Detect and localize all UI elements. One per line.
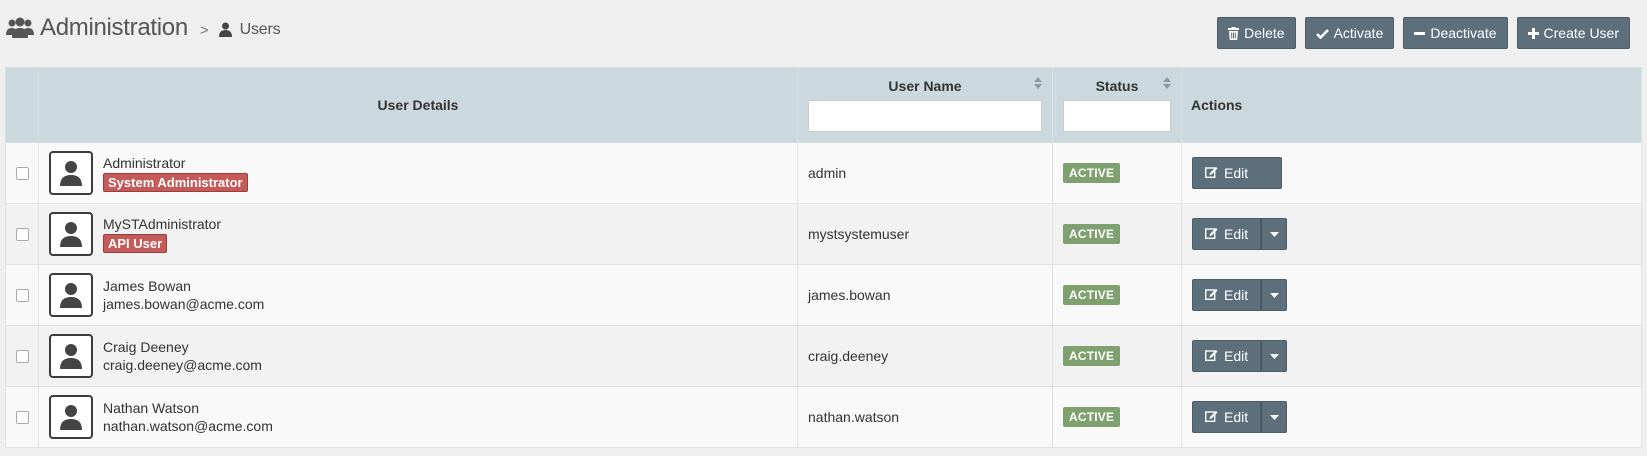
- activate-button[interactable]: Activate: [1304, 17, 1395, 49]
- delete-button[interactable]: Delete: [1217, 17, 1296, 49]
- table-row: Nathan Watson nathan.watson@acme.com nat…: [5, 386, 1642, 448]
- user-details: MySTAdministrator API User: [39, 212, 797, 256]
- user-details: Nathan Watson nathan.watson@acme.com: [39, 395, 797, 439]
- user-details: Craig Deeney craig.deeney@acme.com: [39, 334, 797, 378]
- user-full-name: Craig Deeney: [103, 338, 189, 355]
- edit-button[interactable]: Edit: [1192, 401, 1262, 433]
- status-column-label: Status: [1095, 78, 1139, 94]
- edit-icon: [1204, 226, 1218, 242]
- plus-icon: [1527, 27, 1539, 39]
- edit-button[interactable]: Edit: [1192, 157, 1282, 189]
- username-filter-input[interactable]: [808, 100, 1042, 132]
- username-column-header[interactable]: User Name: [797, 67, 1053, 143]
- username-cell: nathan.watson: [797, 386, 1053, 448]
- edit-icon: [1204, 409, 1218, 425]
- status-badge: ACTIVE: [1063, 285, 1121, 305]
- caret-down-icon: [1269, 231, 1279, 237]
- caret-down-icon: [1269, 414, 1279, 420]
- users-table: User Details User Name Status Actions Ad…: [5, 67, 1642, 448]
- row-checkbox[interactable]: [15, 349, 29, 363]
- create-user-button[interactable]: Create User: [1516, 17, 1630, 49]
- user-details: Administrator System Administrator: [39, 151, 797, 195]
- user-icon: [218, 22, 233, 38]
- user-details: James Bowan james.bowan@acme.com: [39, 273, 797, 317]
- caret-down-icon: [1269, 292, 1279, 298]
- toolbar: Delete Activate Deactivate Create User: [1217, 17, 1630, 49]
- edit-button-label: Edit: [1224, 226, 1249, 242]
- table-row: James Bowan james.bowan@acme.com james.b…: [5, 264, 1642, 326]
- breadcrumb-current: Users: [239, 20, 281, 38]
- deactivate-button[interactable]: Deactivate: [1403, 17, 1508, 49]
- user-avatar-icon: [49, 273, 93, 317]
- status-column-header[interactable]: Status: [1052, 67, 1182, 143]
- user-email: nathan.watson@acme.com: [103, 417, 273, 434]
- status-filter-input[interactable]: [1063, 100, 1171, 132]
- user-full-name: Administrator: [103, 154, 186, 171]
- edit-dropdown-toggle[interactable]: [1261, 340, 1288, 372]
- table-row: MySTAdministrator API User mystsystemuse…: [5, 203, 1642, 265]
- trash-icon: [1228, 26, 1240, 40]
- edit-button-label: Edit: [1224, 287, 1249, 303]
- breadcrumb-separator: >: [199, 21, 209, 39]
- deactivate-button-label: Deactivate: [1430, 25, 1497, 41]
- edit-button-label: Edit: [1224, 348, 1249, 364]
- edit-icon: [1204, 348, 1218, 364]
- edit-icon: [1204, 165, 1218, 181]
- user-email: craig.deeney@acme.com: [103, 356, 262, 373]
- edit-dropdown-toggle[interactable]: [1261, 401, 1288, 433]
- username-cell: admin: [797, 142, 1053, 204]
- username-cell: craig.deeney: [797, 325, 1053, 387]
- sort-icon[interactable]: [1034, 76, 1042, 90]
- user-email: james.bowan@acme.com: [103, 295, 265, 312]
- user-full-name: Nathan Watson: [103, 399, 199, 416]
- delete-button-label: Delete: [1244, 25, 1285, 41]
- row-checkbox[interactable]: [15, 166, 29, 180]
- edit-button[interactable]: Edit: [1192, 279, 1262, 311]
- actions-column-header: Actions: [1181, 67, 1642, 143]
- table-header-row: User Details User Name Status Actions: [5, 67, 1642, 143]
- page-title: Administration: [40, 14, 188, 41]
- edit-icon: [1204, 287, 1218, 303]
- status-badge: ACTIVE: [1063, 224, 1121, 244]
- edit-dropdown-toggle[interactable]: [1261, 279, 1288, 311]
- edit-button[interactable]: Edit: [1192, 218, 1262, 250]
- user-avatar-icon: [49, 151, 93, 195]
- user-full-name: James Bowan: [103, 277, 191, 294]
- row-checkbox[interactable]: [15, 410, 29, 424]
- edit-button-label: Edit: [1224, 165, 1249, 181]
- users-icon: [6, 16, 34, 40]
- page-header: Administration > Users: [6, 10, 281, 46]
- check-icon: [1315, 28, 1329, 39]
- role-badge: API User: [103, 233, 168, 253]
- create-user-button-label: Create User: [1543, 25, 1619, 41]
- edit-button-label: Edit: [1224, 409, 1249, 425]
- row-checkbox[interactable]: [15, 288, 29, 302]
- minus-icon: [1414, 28, 1426, 39]
- edit-dropdown-toggle[interactable]: [1261, 218, 1288, 250]
- edit-button[interactable]: Edit: [1192, 340, 1262, 372]
- username-column-label: User Name: [888, 78, 962, 94]
- caret-down-icon: [1269, 353, 1279, 359]
- user-details-column-header: User Details: [38, 67, 798, 143]
- status-badge: ACTIVE: [1063, 163, 1121, 183]
- select-column-header: [5, 67, 39, 143]
- user-avatar-icon: [49, 334, 93, 378]
- status-badge: ACTIVE: [1063, 346, 1121, 366]
- table-row: Craig Deeney craig.deeney@acme.com craig…: [5, 325, 1642, 387]
- sort-icon[interactable]: [1163, 76, 1171, 90]
- role-badge: System Administrator: [103, 172, 248, 192]
- user-full-name: MySTAdministrator: [103, 215, 221, 232]
- table-row: Administrator System Administrator admin…: [5, 142, 1642, 204]
- user-avatar-icon: [49, 212, 93, 256]
- username-cell: james.bowan: [797, 264, 1053, 326]
- activate-button-label: Activate: [1333, 25, 1384, 41]
- status-badge: ACTIVE: [1063, 407, 1121, 427]
- username-cell: mystsystemuser: [797, 203, 1053, 265]
- row-checkbox[interactable]: [15, 227, 29, 241]
- user-avatar-icon: [49, 395, 93, 439]
